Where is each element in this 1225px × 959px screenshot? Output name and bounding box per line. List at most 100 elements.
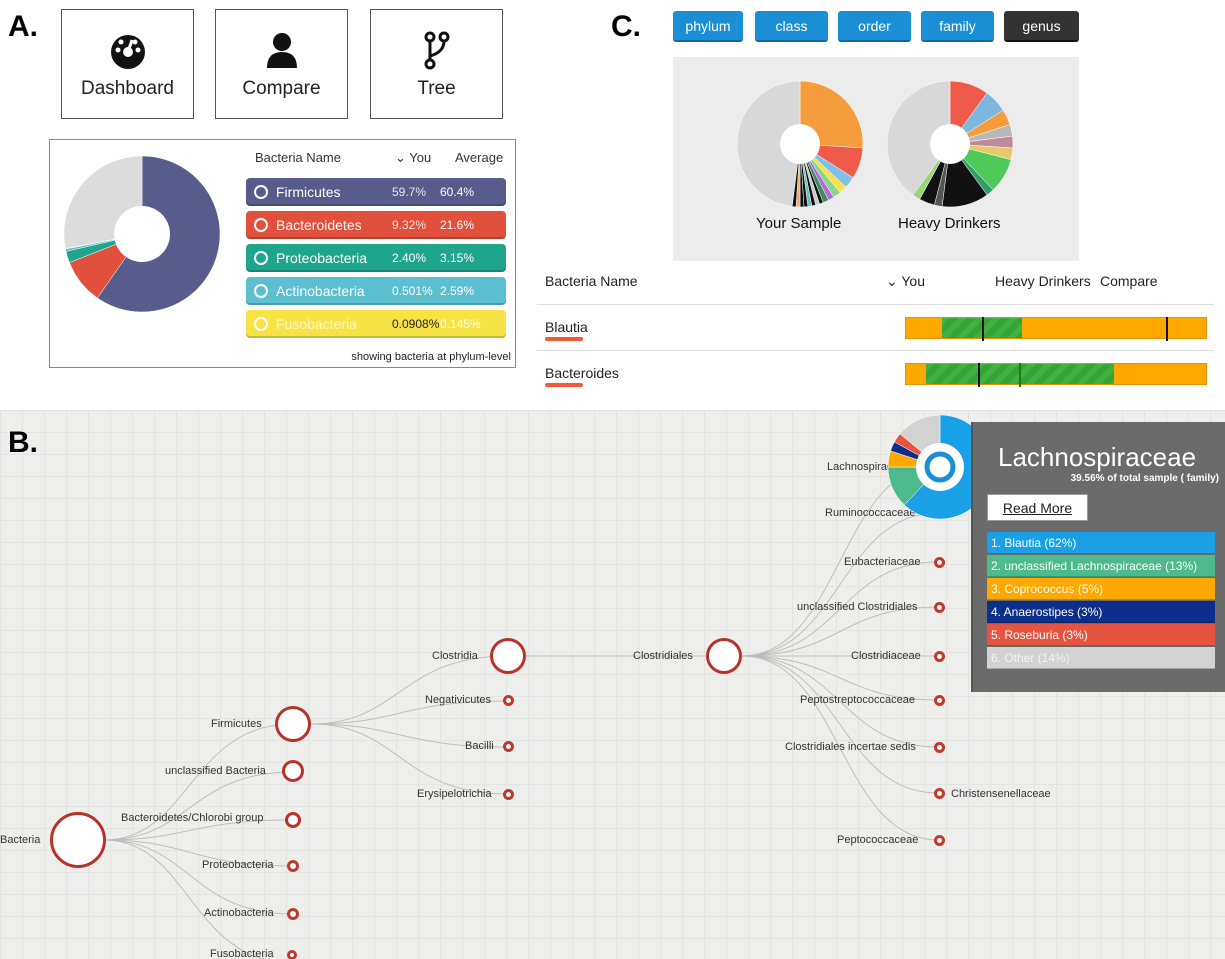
compare-bar (905, 363, 1207, 387)
table-row[interactable]: Bacteroides (537, 350, 1214, 396)
tree-node-clostridiales[interactable] (706, 638, 742, 674)
chevron-down-icon: ⌄ (395, 150, 410, 165)
rank-class-button[interactable]: class (755, 11, 828, 42)
genus-list-item[interactable]: 6. Other (14%) (987, 647, 1215, 669)
tree-node[interactable] (287, 950, 297, 959)
branch-icon (422, 28, 452, 72)
select-radio[interactable] (254, 317, 268, 331)
tree-label: Bacteroidetes/Chlorobi group (121, 812, 264, 824)
phylum-avg-value: 3.15% (440, 251, 475, 265)
phylum-row[interactable]: Proteobacteria 2.40% 3.15% (246, 244, 506, 272)
row-underline (545, 383, 583, 387)
tree-node[interactable] (934, 695, 945, 706)
tree-label: Actinobacteria (204, 907, 274, 919)
rank-phylum-button[interactable]: phylum (673, 11, 743, 42)
select-radio[interactable] (254, 185, 268, 199)
average-marker (978, 363, 980, 387)
tree-label: Eubacteriaceae (844, 556, 921, 568)
select-radio[interactable] (254, 218, 268, 232)
phylum-you-value: 59.7% (392, 185, 427, 199)
row-name: Blautia (545, 319, 588, 335)
tree-node[interactable] (285, 812, 301, 828)
tree-node[interactable] (287, 908, 299, 920)
tree-node[interactable] (934, 835, 945, 846)
phylum-avg-value: 0.145% (440, 317, 481, 331)
tree-label: Clostridia (432, 650, 478, 662)
dashboard-label: Dashboard (81, 78, 174, 99)
phylum-name: Proteobacteria (276, 250, 368, 266)
phylum-level-note: showing bacteria at phylum-level (351, 351, 511, 363)
tree-label: Tree (417, 78, 456, 99)
genus-list-item[interactable]: 4. Anaerostipes (3%) (987, 601, 1215, 623)
phylum-name: Fusobacteria (276, 316, 357, 332)
compare-button[interactable]: Compare (215, 9, 348, 119)
tree-node[interactable] (282, 760, 304, 782)
phylum-avg-value: 21.6% (440, 218, 475, 232)
col-average: Average (455, 150, 504, 165)
col-bacteria-name: Bacteria Name (255, 150, 341, 165)
tree-node[interactable] (503, 695, 514, 706)
panel-label-c: C. (611, 10, 641, 43)
tree-label: unclassified Bacteria (165, 765, 266, 777)
user-icon (262, 28, 302, 72)
dashboard-icon (106, 28, 150, 72)
tree-node[interactable] (934, 651, 945, 662)
rank-family-button[interactable]: family (921, 11, 994, 42)
genus-list-item[interactable]: 5. Roseburia (3%) (987, 624, 1215, 646)
tree-label: Firmicutes (211, 718, 262, 730)
phylum-name: Firmicutes (276, 184, 341, 200)
heavy-drinkers-pie (886, 80, 1014, 208)
select-radio[interactable] (254, 251, 268, 265)
genus-list-item[interactable]: 1. Blautia (62%) (987, 532, 1215, 554)
table-row[interactable]: Blautia (537, 304, 1214, 350)
phylum-row[interactable]: Fusobacteria 0.0908% 0.145% (246, 310, 506, 338)
genus-list-item[interactable]: 2. unclassified Lachnospiraceae (13%) (987, 555, 1215, 577)
tree-node-root[interactable] (50, 812, 106, 868)
select-radio[interactable] (254, 284, 268, 298)
dashboard-button[interactable]: Dashboard (61, 9, 194, 119)
tree-button[interactable]: Tree (370, 9, 503, 119)
you-marker (1019, 363, 1021, 387)
tree-label: Bacilli (465, 740, 494, 752)
phylum-summary-card: Bacteria Name ⌄ You Average Firmicutes 5… (49, 139, 516, 368)
taxon-title: Lachnospiraceae (998, 442, 1197, 472)
tree-node[interactable] (934, 788, 945, 799)
tree-label: Clostridiaceae (851, 650, 921, 662)
tree-label: Proteobacteria (202, 859, 274, 871)
tree-label: Clostridiales incertae sedis (785, 741, 916, 753)
tree-label: Negativicutes (425, 694, 492, 706)
col-you-sort[interactable]: ⌄ You (395, 150, 431, 166)
compare-label: Compare (242, 78, 321, 99)
phylum-row[interactable]: Bacteroidetes 9.32% 21.6% (246, 211, 506, 239)
compare-bar (905, 317, 1207, 341)
rank-genus-button[interactable]: genus (1004, 11, 1079, 42)
phylum-you-value: 2.40% (392, 251, 427, 265)
tree-label-root: Bacteria (0, 834, 41, 846)
tree-node[interactable] (287, 860, 299, 872)
tree-node[interactable] (503, 789, 514, 800)
phylum-name: Bacteroidetes (276, 217, 362, 233)
rank-order-button[interactable]: order (838, 11, 911, 42)
compare-col-you-label: You (901, 273, 925, 289)
tree-node-clostridia[interactable] (490, 638, 526, 674)
row-underline (545, 337, 583, 341)
genus-list-item[interactable]: 3. Coprococcus (5%) (987, 578, 1215, 600)
you-marker (1166, 317, 1168, 341)
compare-col-you-sort[interactable]: ⌄ You (886, 273, 925, 290)
phylum-row[interactable]: Actinobacteria 0.501% 2.59% (246, 277, 506, 305)
tree-node[interactable] (934, 602, 945, 613)
tree-node[interactable] (934, 557, 945, 568)
heavy-drinkers-label: Heavy Drinkers (898, 215, 1001, 232)
chevron-down-icon: ⌄ (886, 273, 902, 289)
col-you-label: You (409, 150, 432, 165)
row-name: Bacteroides (545, 365, 619, 381)
taxonomy-tree-panel: B. Bacteria Firmicutes unclassified Bact… (0, 410, 1225, 959)
read-more-button[interactable]: Read More (987, 494, 1088, 521)
phylum-row[interactable]: Firmicutes 59.7% 60.4% (246, 178, 506, 206)
tree-label: Erysipelotrichia (417, 788, 492, 800)
tree-node[interactable] (503, 741, 514, 752)
tree-node[interactable] (934, 742, 945, 753)
tree-label: Clostridiales (633, 650, 693, 662)
tree-node-firmicutes[interactable] (275, 706, 311, 742)
taxon-info-panel: Lachnospiraceae 39.56% of total sample (… (971, 422, 1225, 692)
